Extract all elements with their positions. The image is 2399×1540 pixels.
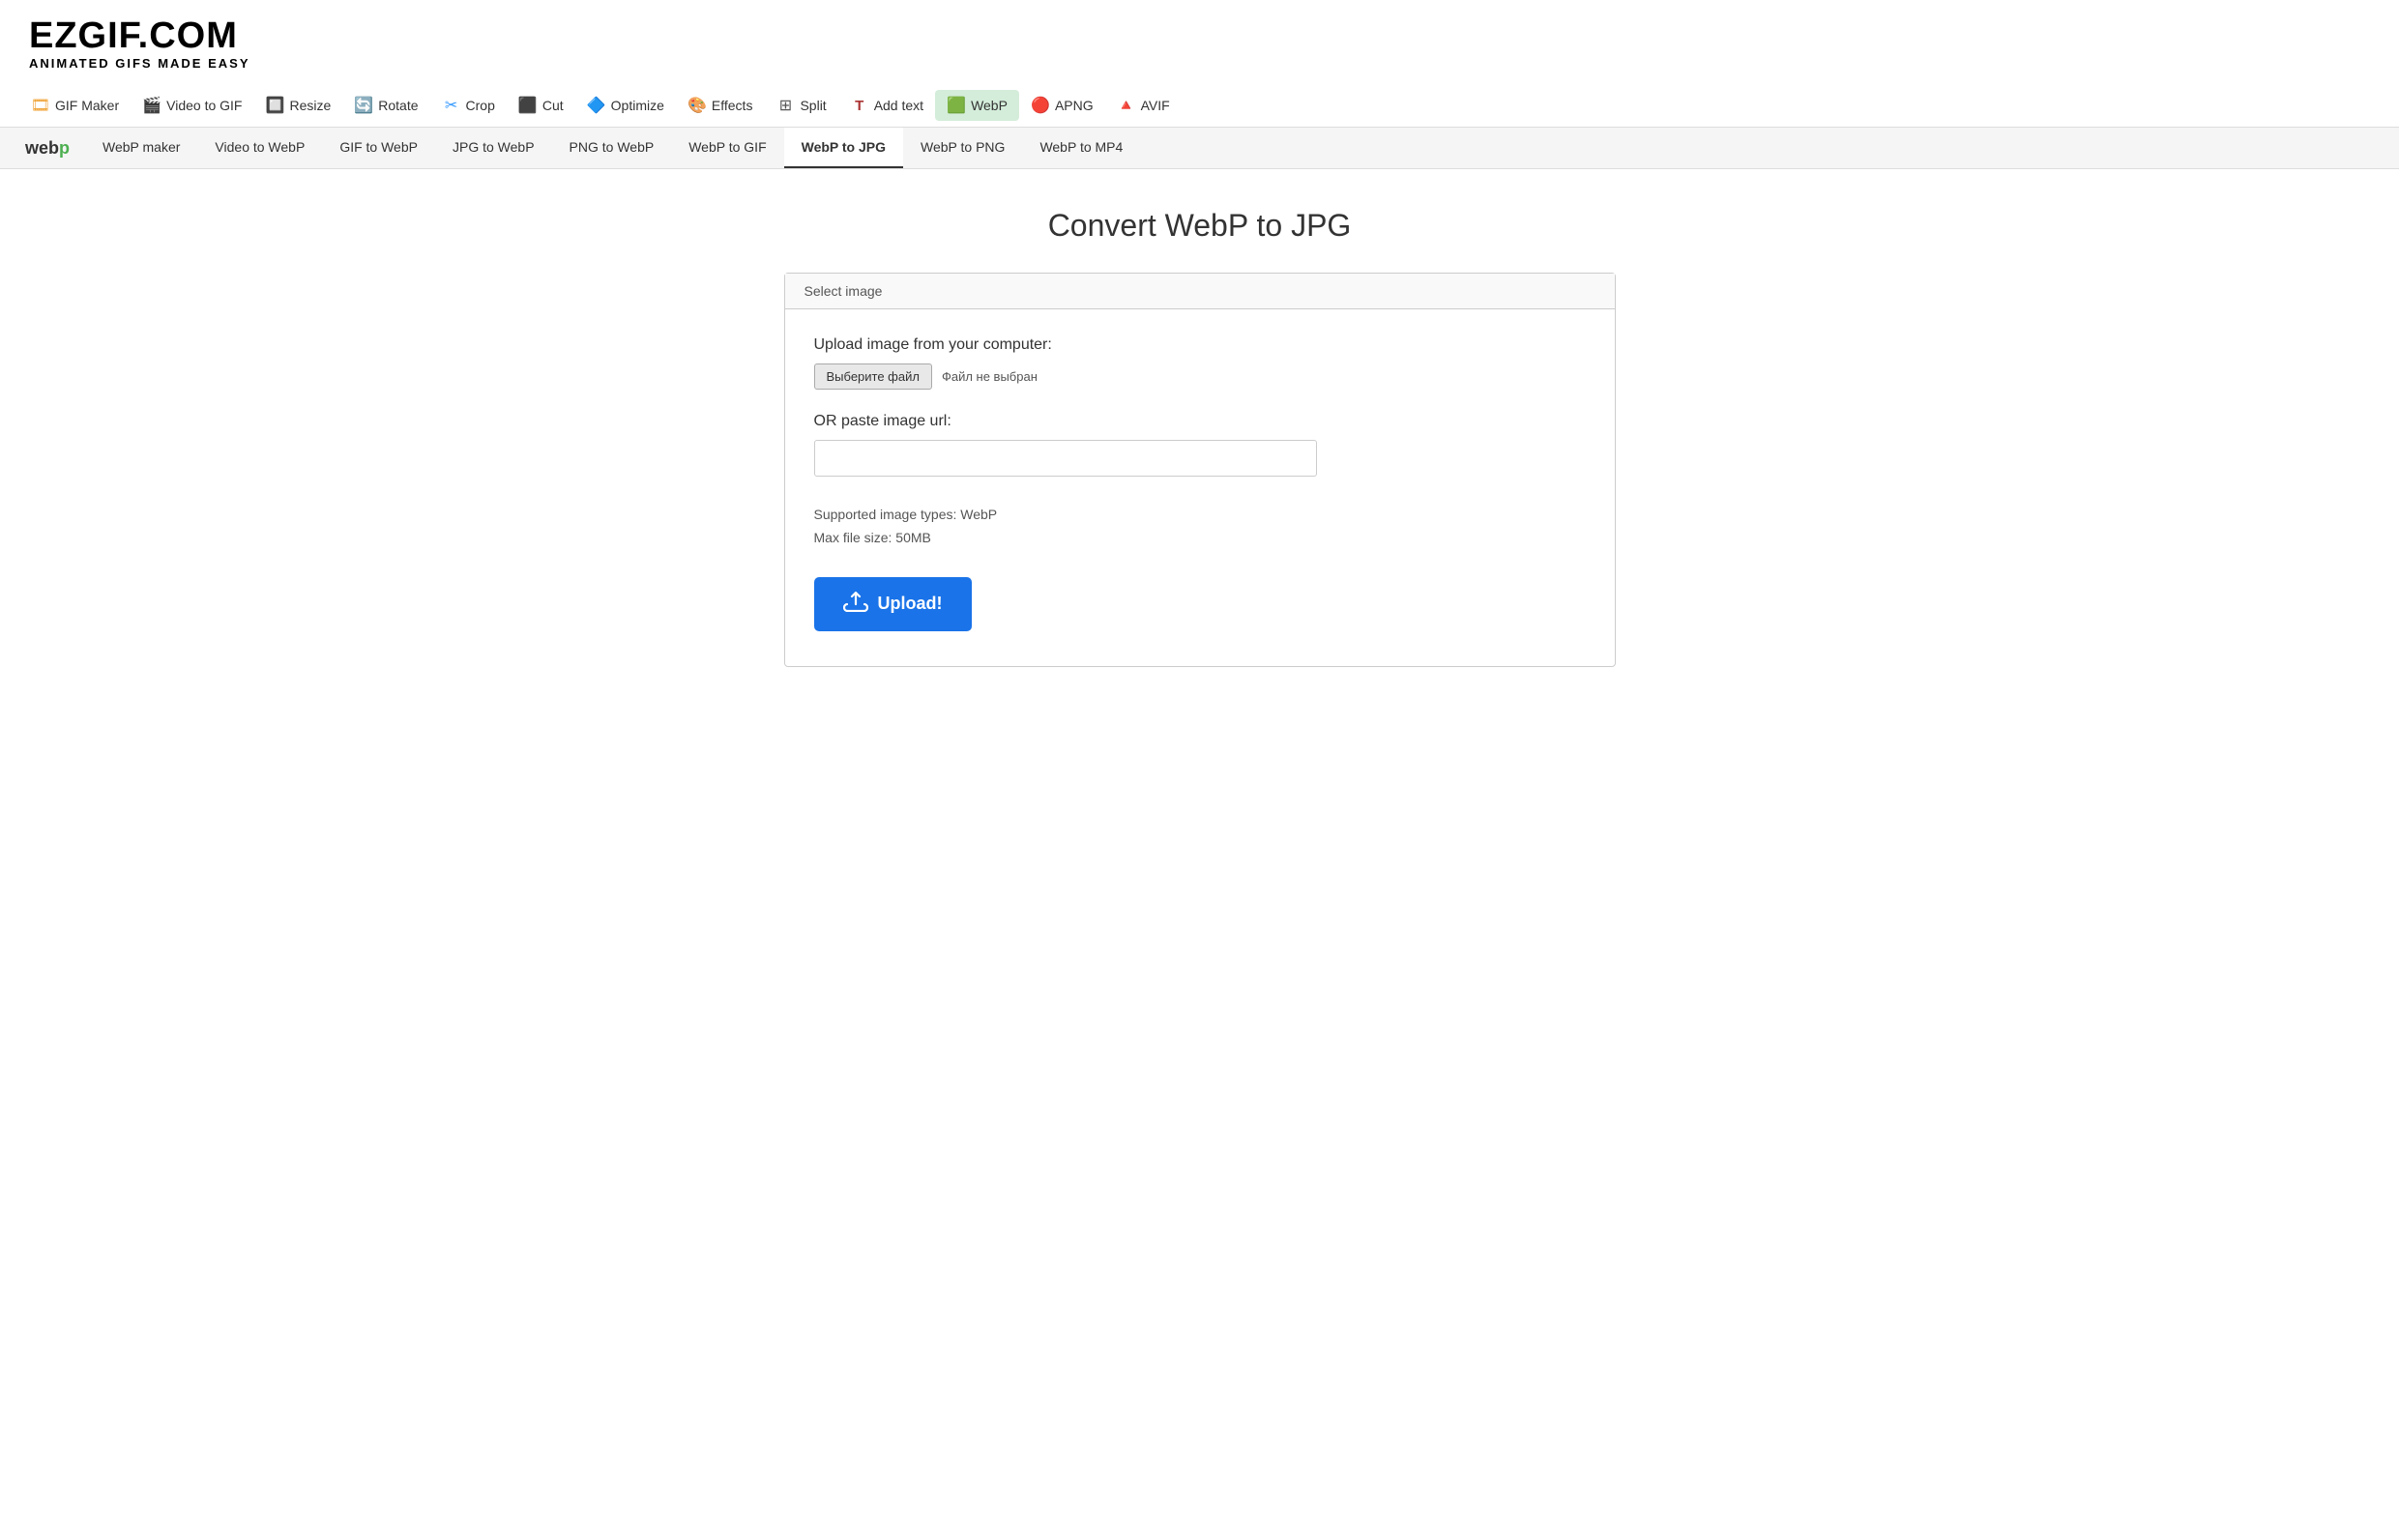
split-icon: ⊞ <box>775 96 795 115</box>
upload-box: Select image Upload image from your comp… <box>784 273 1616 667</box>
nav-avif[interactable]: 🔺 AVIF <box>1105 90 1182 121</box>
cut-icon: ⬛ <box>518 96 538 115</box>
tab-webp-to-png[interactable]: WebP to PNG <box>903 128 1022 168</box>
tab-webp-to-png-label: WebP to PNG <box>921 139 1005 155</box>
apng-icon: 🔴 <box>1031 96 1050 115</box>
nav-split[interactable]: ⊞ Split <box>764 90 837 121</box>
tab-webp-to-gif[interactable]: WebP to GIF <box>671 128 783 168</box>
sub-nav: webp WebP maker Video to WebP GIF to Web… <box>0 127 2399 169</box>
tab-webp-to-mp4[interactable]: WebP to MP4 <box>1022 128 1140 168</box>
tab-webp-to-mp4-label: WebP to MP4 <box>1039 139 1123 155</box>
add-text-icon: T <box>850 96 869 115</box>
logo-area: EZGIF.COM ANIMATED GIFS MADE EASY <box>0 0 2399 80</box>
logo-title: EZGIF.COM <box>29 17 2370 54</box>
upload-box-header: Select image <box>785 274 1615 309</box>
nav-split-label: Split <box>800 98 826 113</box>
nav-rotate-label: Rotate <box>378 98 418 113</box>
nav-crop[interactable]: ✂ Crop <box>430 90 507 121</box>
effects-icon: 🎨 <box>688 96 707 115</box>
tab-jpg-to-webp-label: JPG to WebP <box>453 139 535 155</box>
rotate-icon: 🔄 <box>354 96 373 115</box>
logo-subtitle: ANIMATED GIFS MADE EASY <box>29 56 2370 71</box>
crop-icon: ✂ <box>442 96 461 115</box>
tab-video-to-webp-label: Video to WebP <box>215 139 305 155</box>
webp-logo-text: webp <box>25 138 70 159</box>
nav-add-text-label: Add text <box>874 98 923 113</box>
nav-apng-label: APNG <box>1055 98 1094 113</box>
upload-cloud-icon <box>843 591 868 618</box>
logo-text: EZGIF.COM <box>29 15 238 56</box>
supported-types: Supported image types: WebP <box>814 504 1586 527</box>
tab-webp-to-jpg[interactable]: WebP to JPG <box>784 128 903 168</box>
supported-info: Supported image types: WebP Max file siz… <box>814 504 1586 550</box>
optimize-icon: 🔷 <box>587 96 606 115</box>
url-input[interactable] <box>814 440 1317 477</box>
avif-icon: 🔺 <box>1117 96 1136 115</box>
nav-resize[interactable]: 🔲 Resize <box>253 90 342 121</box>
tab-gif-to-webp[interactable]: GIF to WebP <box>322 128 435 168</box>
webp-logo-p: p <box>59 138 70 158</box>
file-no-chosen-label: Файл не выбран <box>942 369 1038 384</box>
gif-maker-icon: 🎞 <box>31 96 50 115</box>
nav-effects[interactable]: 🎨 Effects <box>676 90 765 121</box>
upload-button-label: Upload! <box>878 594 943 614</box>
nav-optimize-label: Optimize <box>611 98 664 113</box>
nav-effects-label: Effects <box>712 98 753 113</box>
tab-webp-maker-label: WebP maker <box>102 139 180 155</box>
resize-icon: 🔲 <box>265 96 284 115</box>
page-title: Convert WebP to JPG <box>542 208 1858 244</box>
nav-cut[interactable]: ⬛ Cut <box>507 90 575 121</box>
main-content: Convert WebP to JPG Select image Upload … <box>523 169 1877 706</box>
nav-resize-label: Resize <box>289 98 331 113</box>
nav-webp-label: WebP <box>971 98 1008 113</box>
tab-png-to-webp[interactable]: PNG to WebP <box>552 128 672 168</box>
tab-webp-maker[interactable]: WebP maker <box>85 128 197 168</box>
nav-rotate[interactable]: 🔄 Rotate <box>342 90 429 121</box>
tab-webp-to-jpg-label: WebP to JPG <box>802 139 886 155</box>
sub-nav-logo[interactable]: webp <box>10 128 85 168</box>
nav-apng[interactable]: 🔴 APNG <box>1019 90 1105 121</box>
upload-button[interactable]: Upload! <box>814 577 972 631</box>
file-input-row: Выберите файл Файл не выбран <box>814 363 1586 390</box>
tab-video-to-webp[interactable]: Video to WebP <box>197 128 322 168</box>
nav-webp[interactable]: 🟩 WebP <box>935 90 1019 121</box>
main-nav: 🎞 GIF Maker 🎬 Video to GIF 🔲 Resize 🔄 Ro… <box>0 80 2399 127</box>
nav-optimize[interactable]: 🔷 Optimize <box>575 90 676 121</box>
nav-add-text[interactable]: T Add text <box>838 90 935 121</box>
nav-avif-label: AVIF <box>1141 98 1170 113</box>
url-label: OR paste image url: <box>814 413 1586 430</box>
tab-webp-to-gif-label: WebP to GIF <box>688 139 766 155</box>
choose-file-button[interactable]: Выберите файл <box>814 363 932 390</box>
nav-video-to-gif-label: Video to GIF <box>166 98 242 113</box>
video-to-gif-icon: 🎬 <box>142 96 161 115</box>
nav-crop-label: Crop <box>466 98 495 113</box>
tab-gif-to-webp-label: GIF to WebP <box>339 139 418 155</box>
upload-from-computer-label: Upload image from your computer: <box>814 336 1586 354</box>
nav-gif-maker[interactable]: 🎞 GIF Maker <box>19 90 131 121</box>
upload-box-body: Upload image from your computer: Выберит… <box>785 309 1615 666</box>
nav-video-to-gif[interactable]: 🎬 Video to GIF <box>131 90 253 121</box>
tab-png-to-webp-label: PNG to WebP <box>570 139 655 155</box>
webp-nav-icon: 🟩 <box>947 96 966 115</box>
nav-cut-label: Cut <box>542 98 564 113</box>
max-file-size: Max file size: 50MB <box>814 527 1586 550</box>
tab-jpg-to-webp[interactable]: JPG to WebP <box>435 128 552 168</box>
nav-gif-maker-label: GIF Maker <box>55 98 119 113</box>
